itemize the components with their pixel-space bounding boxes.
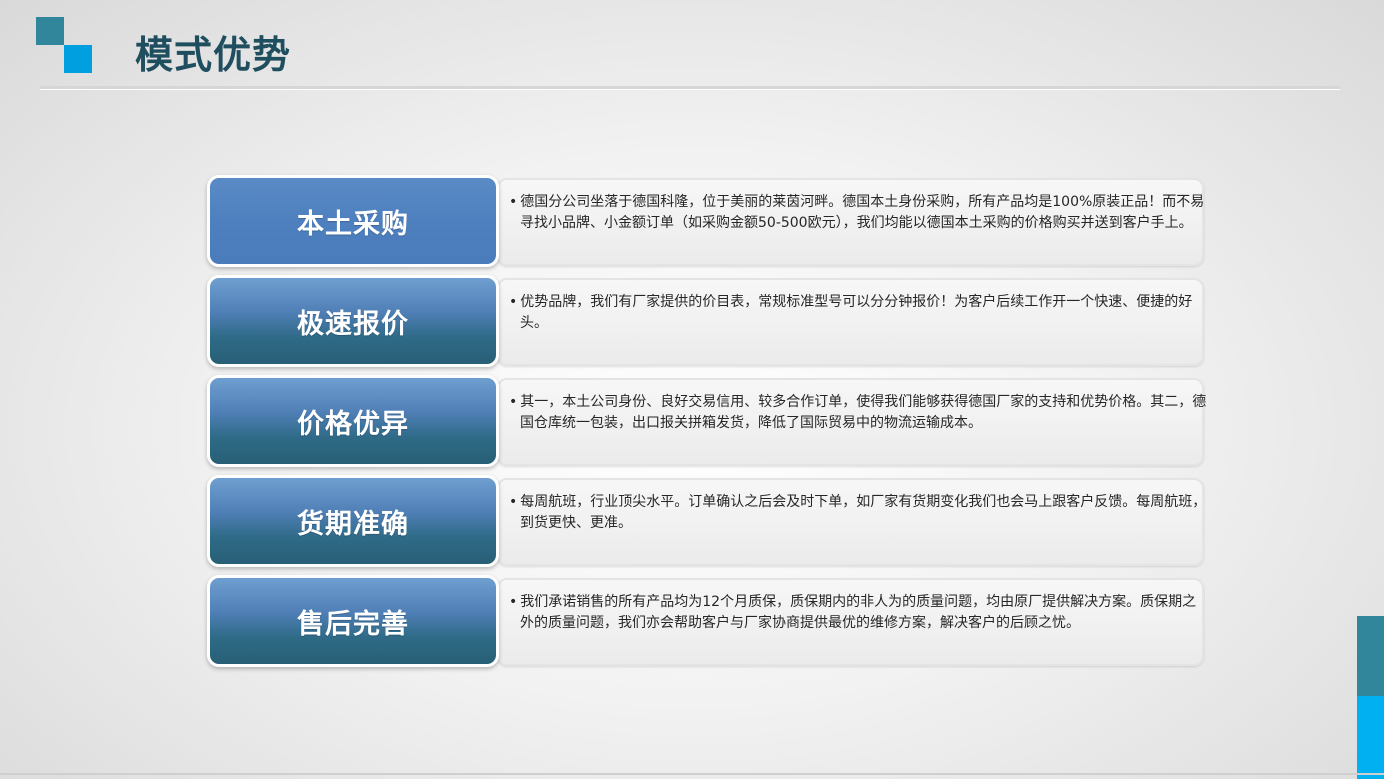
advantage-description: • 优势品牌，我们有厂家提供的价目表，常规标准型号可以分分钟报价！为客户后续工作开…: [509, 292, 1208, 334]
advantage-row-local-purchase: • 德国分公司坐落于德国科隆，位于美丽的莱茵河畔。德国本土身份采购，所有产品均是1…: [207, 175, 1204, 267]
advantage-label: 价格优异: [297, 408, 409, 440]
advantage-description-text: 其一，本土公司身份、良好交易信用、较多合作订单，使得我们能够获得德国厂家的支持和…: [520, 394, 1207, 431]
advantage-label-box: 货期准确: [207, 475, 499, 567]
advantage-label: 货期准确: [297, 508, 409, 540]
advantage-description-text: 优势品牌，我们有厂家提供的价目表，常规标准型号可以分分钟报价！为客户后续工作开一…: [520, 294, 1193, 331]
advantage-description-box: • 德国分公司坐落于德国科隆，位于美丽的莱茵河畔。德国本土身份采购，所有产品均是1…: [497, 178, 1204, 266]
advantage-label-box: 售后完善: [207, 575, 499, 667]
advantage-description: • 每周航班，行业顶尖水平。订单确认之后会及时下单，如厂家有货期变化我们也会马上跟…: [509, 492, 1208, 534]
advantage-label: 售后完善: [297, 608, 409, 640]
bullet-icon: •: [509, 194, 518, 210]
advantage-description-text: 德国分公司坐落于德国科隆，位于美丽的莱茵河畔。德国本土身份采购，所有产品均是10…: [520, 194, 1205, 231]
advantage-description-text: 我们承诺销售的所有产品均为12个月质保，质保期内的非人为的质量问题，均由原厂提供…: [520, 594, 1197, 631]
logo-squares: [36, 17, 92, 73]
advantage-label: 本土采购: [297, 208, 409, 240]
advantage-description-box: • 我们承诺销售的所有产品均为12个月质保，质保期内的非人为的质量问题，均由原厂提…: [497, 578, 1204, 666]
advantage-row-fast-quote: • 优势品牌，我们有厂家提供的价目表，常规标准型号可以分分钟报价！为客户后续工作开…: [207, 275, 1204, 367]
advantage-row-price: • 其一，本土公司身份、良好交易信用、较多合作订单，使得我们能够获得德国厂家的支持…: [207, 375, 1206, 467]
bullet-icon: •: [509, 294, 518, 310]
advantage-description: • 其一，本土公司身份、良好交易信用、较多合作订单，使得我们能够获得德国厂家的支持…: [509, 392, 1208, 434]
bullet-icon: •: [509, 594, 518, 610]
advantage-label-box: 本土采购: [207, 175, 499, 267]
title-divider: [40, 86, 1340, 89]
logo-square-blue: [64, 45, 92, 73]
slide-title: 模式优势: [135, 33, 292, 77]
advantage-row-delivery: • 每周航班，行业顶尖水平。订单确认之后会及时下单，如厂家有货期变化我们也会马上跟…: [207, 475, 1206, 567]
advantage-label-box: 价格优异: [207, 375, 499, 467]
bullet-icon: •: [509, 494, 518, 510]
logo-square-teal: [36, 17, 64, 45]
advantage-row-after-sales: • 我们承诺销售的所有产品均为12个月质保，质保期内的非人为的质量问题，均由原厂提…: [207, 575, 1204, 667]
advantage-description-text: 每周航班，行业顶尖水平。订单确认之后会及时下单，如厂家有货期变化我们也会马上跟客…: [520, 494, 1207, 531]
bullet-icon: •: [509, 394, 518, 410]
corner-accent-teal: [1357, 616, 1384, 696]
bottom-divider: [0, 773, 1384, 775]
corner-accent-blue: [1357, 696, 1384, 779]
advantage-label-box: 极速报价: [207, 275, 499, 367]
advantage-description-box: • 优势品牌，我们有厂家提供的价目表，常规标准型号可以分分钟报价！为客户后续工作开…: [497, 278, 1204, 366]
advantage-description: • 德国分公司坐落于德国科隆，位于美丽的莱茵河畔。德国本土身份采购，所有产品均是1…: [509, 192, 1208, 234]
advantage-label: 极速报价: [297, 308, 409, 340]
advantage-description-box: • 其一，本土公司身份、良好交易信用、较多合作订单，使得我们能够获得德国厂家的支持…: [497, 378, 1206, 466]
advantage-description: • 我们承诺销售的所有产品均为12个月质保，质保期内的非人为的质量问题，均由原厂提…: [509, 592, 1208, 634]
advantage-description-box: • 每周航班，行业顶尖水平。订单确认之后会及时下单，如厂家有货期变化我们也会马上跟…: [497, 478, 1206, 566]
